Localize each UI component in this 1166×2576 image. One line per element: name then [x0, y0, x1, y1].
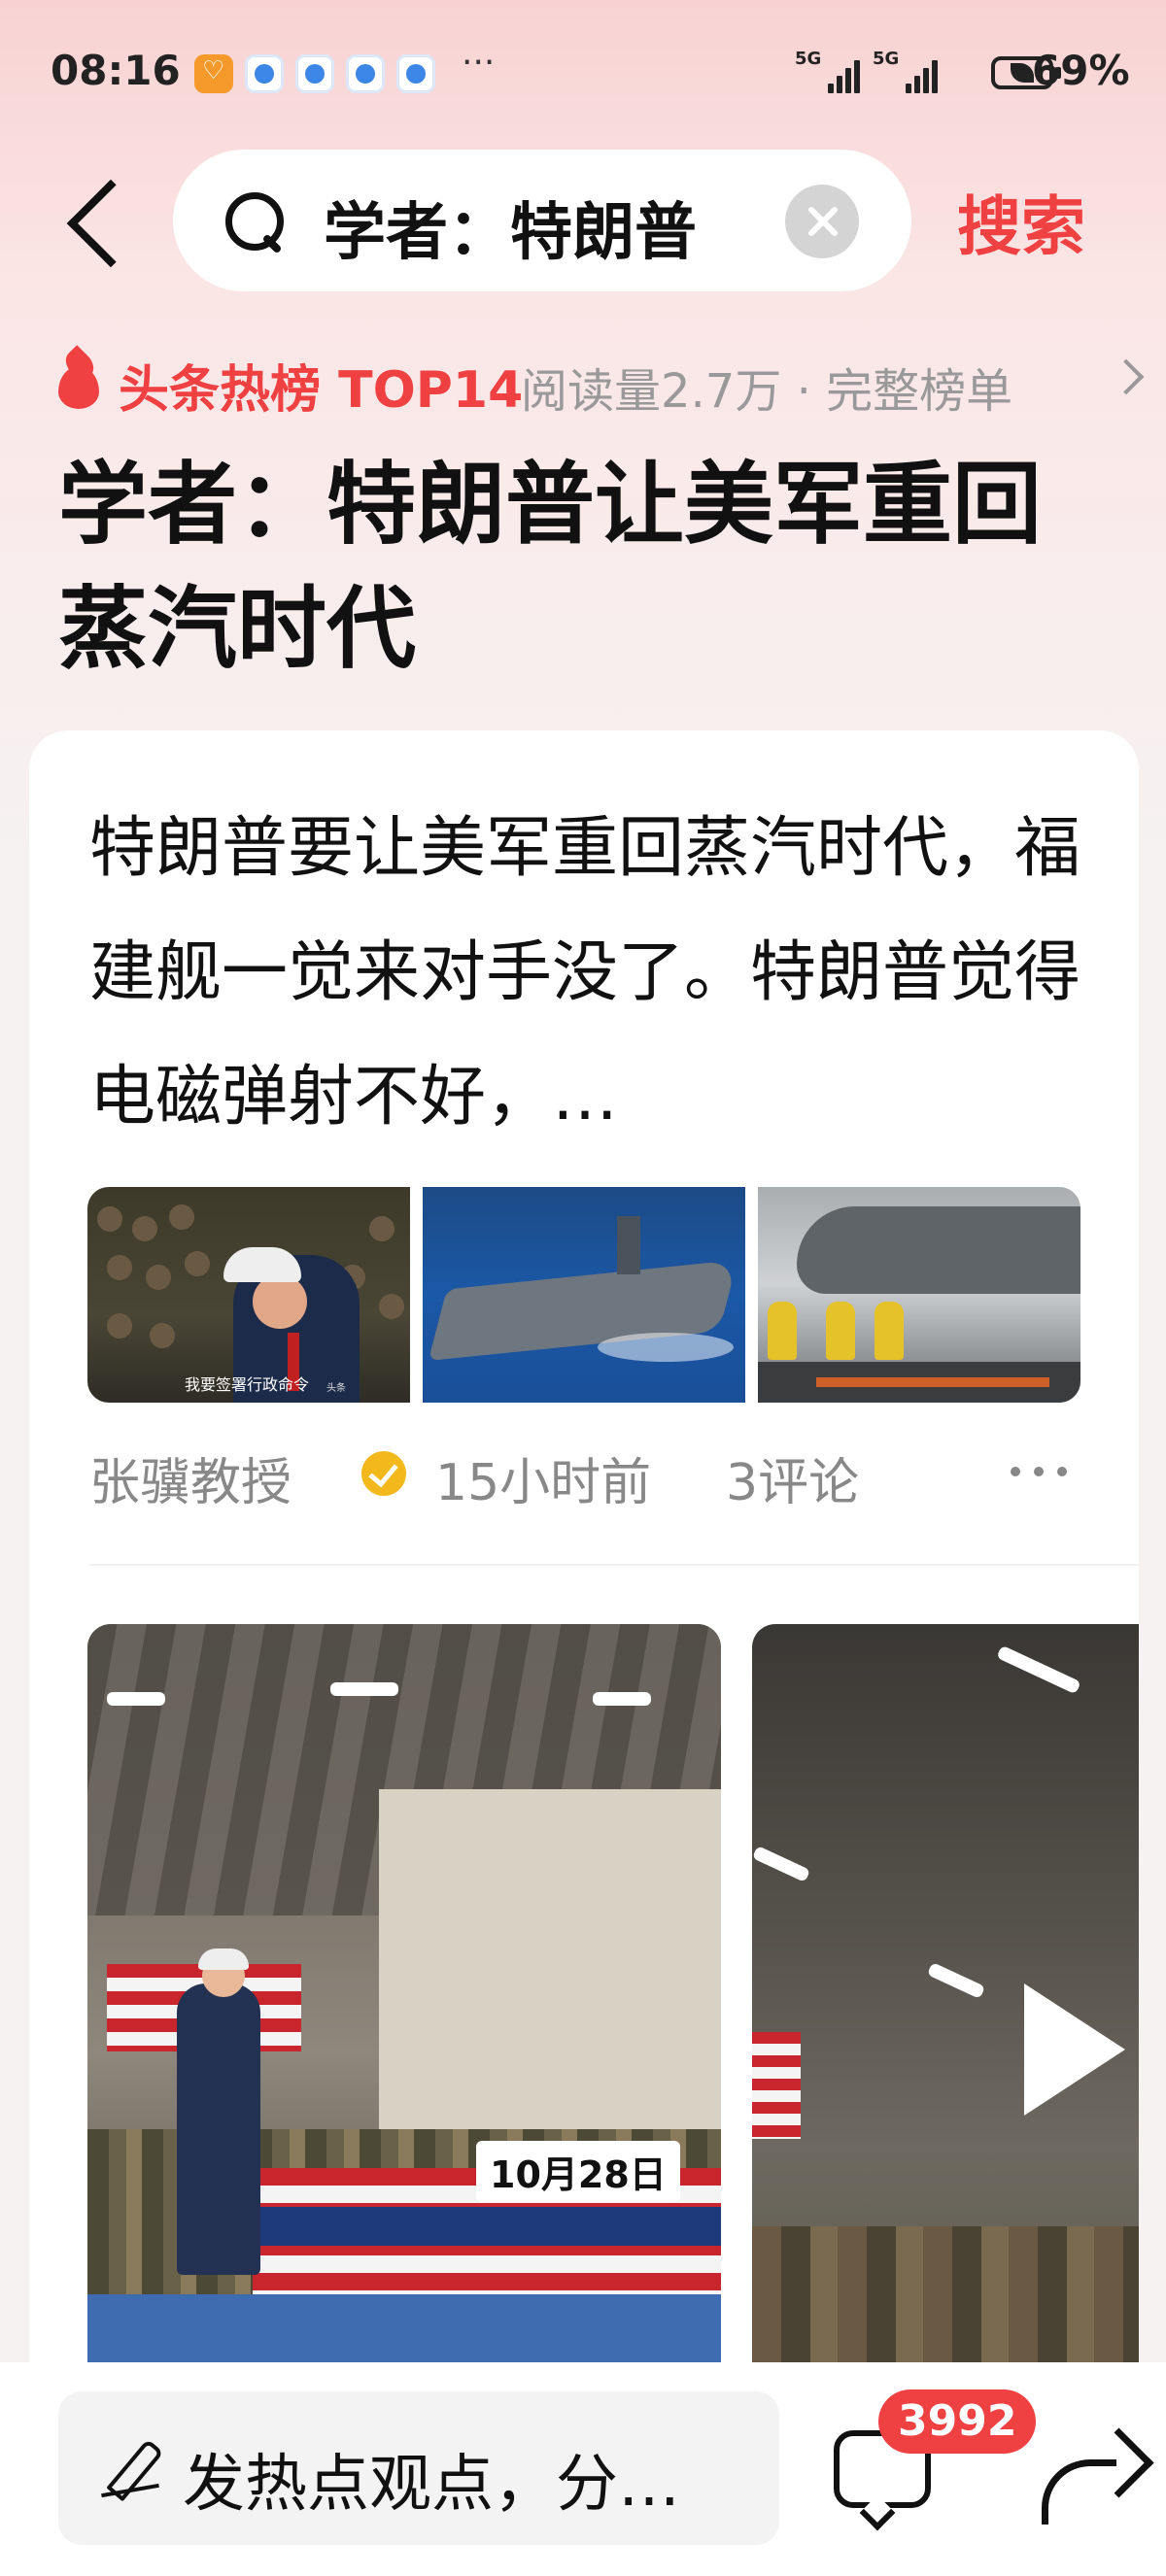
- thumbnail-image[interactable]: 我要签署行政命令 头条: [87, 1187, 410, 1403]
- topic-title: 学者：特朗普让美军重回蒸汽时代: [58, 453, 1043, 681]
- chevron-right-icon: [1108, 358, 1145, 395]
- comment-input[interactable]: 发热点观点，分…: [58, 2391, 779, 2545]
- notification-app-icon: [194, 54, 233, 93]
- verified-icon: [361, 1451, 406, 1496]
- comment-placeholder: 发热点观点，分…: [183, 2449, 680, 2521]
- thumbnail-image[interactable]: [758, 1187, 1080, 1403]
- search-icon: [223, 190, 286, 253]
- status-time: 08:16: [51, 47, 181, 94]
- more-notifications-icon: ···: [462, 43, 496, 83]
- status-bar: 08:16 ··· 5G 5G 69%: [0, 0, 1166, 146]
- notification-app-icon: [245, 54, 284, 93]
- article-text[interactable]: 特朗普要让美军重回蒸汽时代，福建舰一觉来对手没了。特朗普觉得电磁弹射不好，…: [89, 787, 1100, 1160]
- hot-list-meta: 阅读量2.7万 · 完整榜单: [521, 364, 1013, 419]
- thumbnail-caption: 我要签署行政命令: [185, 1375, 310, 1394]
- search-box[interactable]: 学者：特朗普: [173, 150, 911, 291]
- divider: [89, 1564, 1139, 1566]
- more-options-icon[interactable]: [1011, 1467, 1069, 1476]
- search-result-page: 08:16 ··· 5G 5G 69% 学者：特朗普 搜索: [0, 0, 1166, 2576]
- back-button[interactable]: [60, 165, 138, 282]
- signal-icon: 5G: [873, 51, 941, 93]
- notification-app-icon: [295, 54, 334, 93]
- notification-app-icon: [396, 54, 435, 93]
- clear-search-button[interactable]: [785, 185, 859, 258]
- article-card[interactable]: 特朗普要让美军重回蒸汽时代，福建舰一觉来对手没了。特朗普觉得电磁弹射不好，… 我…: [29, 730, 1139, 2576]
- video-date-label: 10月28日: [476, 2141, 680, 2202]
- comment-count-badge: 3992: [878, 2390, 1037, 2454]
- author-name[interactable]: 张骥教授: [89, 1441, 292, 1514]
- share-icon[interactable]: [1042, 2430, 1139, 2525]
- bottom-action-bar: 发热点观点，分… 3992: [0, 2362, 1166, 2576]
- thumbnail-watermark: 头条: [326, 1383, 346, 1394]
- play-icon[interactable]: [1024, 1983, 1125, 2116]
- comment-count: 3评论: [726, 1454, 860, 1512]
- article-meta: 张骥教授 15小时前 3评论: [89, 1432, 1080, 1512]
- notification-app-icon: [346, 54, 385, 93]
- flame-icon: [54, 349, 101, 409]
- publish-time: 15小时前: [435, 1454, 652, 1512]
- signal-icon: 5G: [795, 51, 863, 93]
- thumbnail-image[interactable]: [423, 1187, 745, 1403]
- article-thumbnails[interactable]: 我要签署行政命令 头条: [87, 1187, 1080, 1403]
- pen-icon: [101, 2438, 159, 2496]
- battery-percent: 69%: [1032, 47, 1130, 94]
- search-button[interactable]: 搜索: [957, 175, 1085, 268]
- hot-list-rank: 头条热榜 TOP14: [119, 361, 524, 420]
- search-input[interactable]: 学者：特朗普: [324, 183, 697, 272]
